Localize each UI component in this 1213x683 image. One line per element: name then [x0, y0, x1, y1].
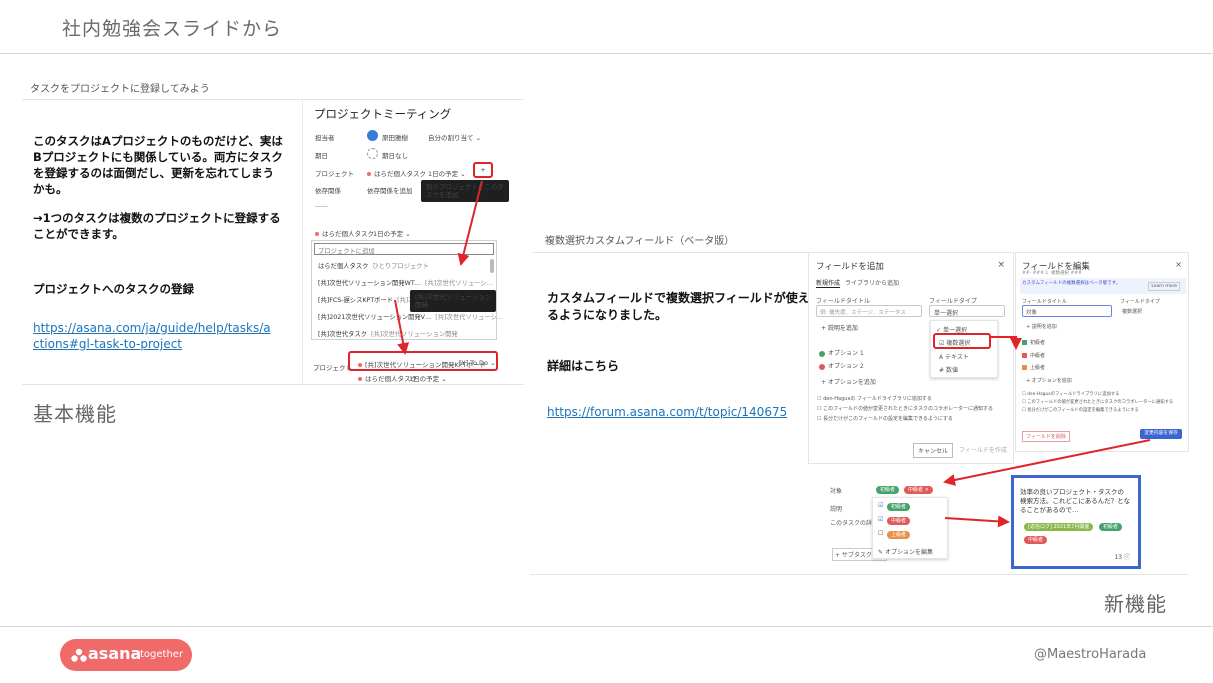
logo-word: asana: [88, 644, 142, 663]
new-features-label: 新機能: [1104, 592, 1167, 616]
arrow-plus-to-dropdown: [457, 180, 483, 266]
arrow-save-to-task: [943, 439, 1151, 486]
asana-together-logo: asana together: [60, 639, 192, 671]
author-handle: @MaestroHarada: [1034, 647, 1147, 662]
footer-divider: [0, 626, 1213, 627]
arrow-task-to-search: [944, 515, 1010, 528]
arrow-dropdown-to-result: [394, 299, 410, 355]
asana-dots-icon: [71, 648, 87, 662]
annotation-arrows: [394, 180, 1151, 528]
arrow-type-to-edit: [990, 336, 1022, 350]
logo-sub: together: [140, 649, 184, 660]
right-divider-bottom: [530, 574, 1188, 575]
